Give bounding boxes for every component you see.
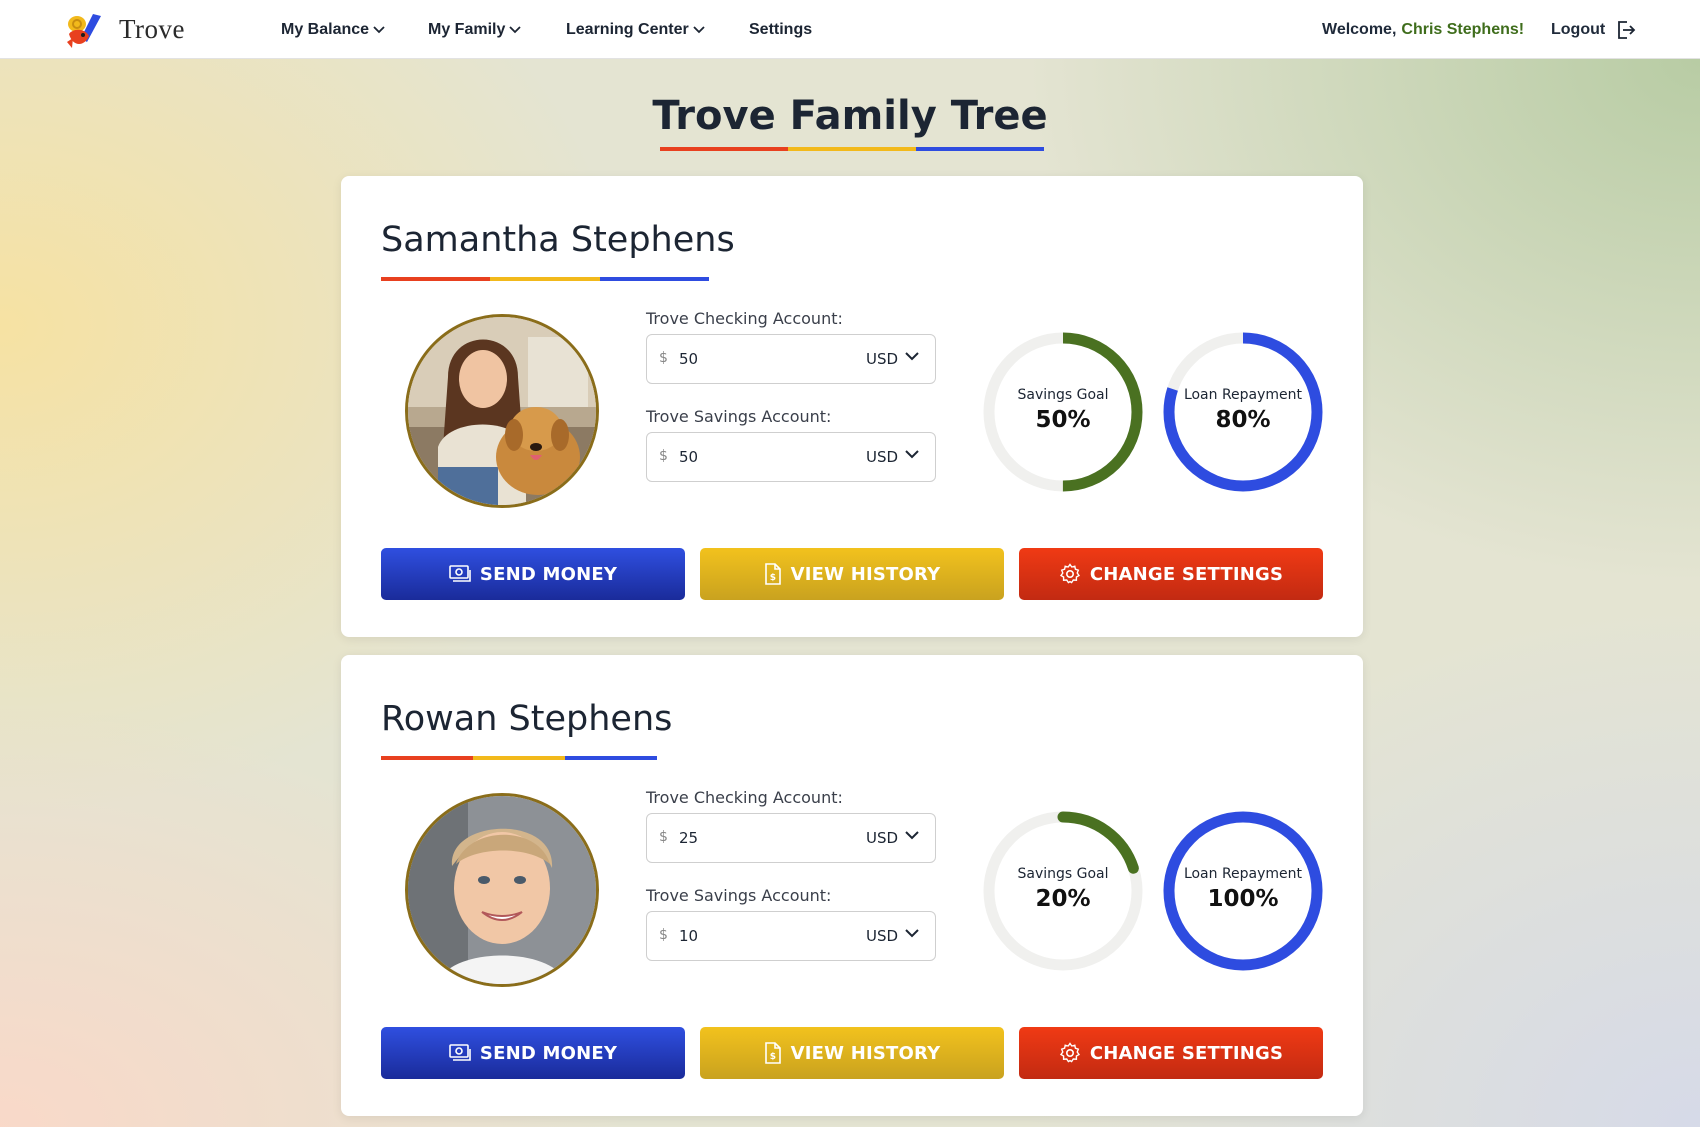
- ring-value: 80%: [1215, 407, 1271, 433]
- currency-select[interactable]: USD: [866, 829, 898, 847]
- dollar-sign: $: [659, 829, 668, 845]
- member-name: Rowan Stephens: [381, 699, 673, 739]
- savings-account-label: Trove Savings Account:: [646, 886, 832, 905]
- ring-value: 20%: [1035, 886, 1091, 912]
- send-money-button[interactable]: SEND MONEY: [381, 1027, 685, 1079]
- page-title: Trove Family Tree: [652, 93, 1048, 139]
- dollar-sign: $: [659, 350, 668, 366]
- chevron-down-icon[interactable]: [904, 928, 920, 938]
- nav-label: My Balance: [281, 20, 370, 38]
- view-history-label: VIEW HISTORY: [790, 1042, 941, 1064]
- logo[interactable]: Trove: [63, 8, 185, 50]
- nav-learning-center[interactable]: Learning Center: [566, 0, 705, 59]
- member-photo-girl-with-dog: [408, 317, 596, 505]
- trove-bird-logo-icon: [67, 14, 101, 48]
- avatar: [405, 314, 599, 508]
- currency-select[interactable]: USD: [866, 350, 898, 368]
- loan-repayment-ring: Loan Repayment 80%: [1162, 331, 1324, 493]
- view-history-button[interactable]: $ VIEW HISTORY: [700, 1027, 1004, 1079]
- welcome-user-name: Chris Stephens!: [1401, 20, 1525, 38]
- ring-label: Loan Repayment: [1183, 866, 1303, 882]
- member-card: Samantha Stephens Trove Checking Account…: [341, 176, 1363, 637]
- welcome-prefix: Welcome,: [1322, 20, 1397, 38]
- nav-label: Settings: [749, 20, 813, 38]
- member-name-underline: [381, 277, 709, 281]
- logout-button[interactable]: Logout: [1551, 0, 1637, 59]
- savings-goal-ring: Savings Goal 50%: [982, 331, 1144, 493]
- document-dollar-icon: $: [764, 1042, 781, 1064]
- nav-my-family[interactable]: My Family: [428, 0, 521, 59]
- money-icon: [449, 1044, 471, 1061]
- member-name: Samantha Stephens: [381, 220, 735, 260]
- checking-amount-value: 50: [679, 350, 699, 368]
- logout-label: Logout: [1551, 20, 1606, 38]
- checking-amount-field[interactable]: $ 25 USD: [646, 813, 936, 863]
- gear-icon: [1059, 1042, 1080, 1063]
- chevron-down-icon[interactable]: [904, 449, 920, 459]
- member-card: Rowan Stephens Trove Checking Account: $…: [341, 655, 1363, 1116]
- member-photo-boy: [408, 796, 596, 984]
- currency-select[interactable]: USD: [866, 448, 898, 466]
- welcome-message: Welcome, Chris Stephens!: [1322, 0, 1524, 59]
- dollar-sign: $: [659, 927, 668, 943]
- change-settings-label: CHANGE SETTINGS: [1089, 563, 1284, 585]
- loan-repayment-ring: Loan Repayment 100%: [1162, 810, 1324, 972]
- title-underline: [660, 147, 1044, 151]
- change-settings-label: CHANGE SETTINGS: [1089, 1042, 1284, 1064]
- nav-my-balance[interactable]: My Balance: [281, 0, 385, 59]
- nav-settings[interactable]: Settings: [749, 0, 812, 59]
- chevron-down-icon[interactable]: [904, 830, 920, 840]
- gear-icon: [1059, 563, 1080, 584]
- chevron-down-icon[interactable]: [904, 351, 920, 361]
- savings-amount-field[interactable]: $ 50 USD: [646, 432, 936, 482]
- send-money-button[interactable]: SEND MONEY: [381, 548, 685, 600]
- nav-label: My Family: [428, 20, 506, 38]
- svg-text:$: $: [769, 573, 775, 583]
- chevron-down-icon: [509, 25, 521, 33]
- ring-label: Savings Goal: [1017, 866, 1109, 882]
- chevron-down-icon: [373, 25, 385, 33]
- chevron-down-icon: [693, 25, 705, 33]
- top-navbar: Trove My Balance My Family Learning Cent…: [0, 0, 1700, 59]
- change-settings-button[interactable]: CHANGE SETTINGS: [1019, 548, 1323, 600]
- ring-value: 100%: [1207, 886, 1279, 912]
- logo-text: Trove: [119, 13, 186, 44]
- main-content: Trove Family Tree Samantha Stephens Trov…: [0, 59, 1700, 1127]
- ring-value: 50%: [1035, 407, 1091, 433]
- savings-amount-value: 50: [679, 448, 699, 466]
- savings-account-label: Trove Savings Account:: [646, 407, 832, 426]
- currency-select[interactable]: USD: [866, 927, 898, 945]
- savings-amount-field[interactable]: $ 10 USD: [646, 911, 936, 961]
- dollar-sign: $: [659, 448, 668, 464]
- view-history-button[interactable]: $ VIEW HISTORY: [700, 548, 1004, 600]
- savings-amount-value: 10: [679, 927, 699, 945]
- view-history-label: VIEW HISTORY: [790, 563, 941, 585]
- checking-account-label: Trove Checking Account:: [646, 788, 843, 807]
- member-name-underline: [381, 756, 657, 760]
- document-dollar-icon: $: [764, 563, 781, 585]
- savings-goal-ring: Savings Goal 20%: [982, 810, 1144, 972]
- avatar: [405, 793, 599, 987]
- nav-label: Learning Center: [566, 20, 689, 38]
- svg-text:$: $: [769, 1052, 775, 1062]
- send-money-label: SEND MONEY: [479, 563, 618, 585]
- ring-label: Savings Goal: [1017, 387, 1109, 403]
- logout-icon: [1618, 20, 1636, 39]
- checking-account-label: Trove Checking Account:: [646, 309, 843, 328]
- ring-label: Loan Repayment: [1183, 387, 1303, 403]
- send-money-label: SEND MONEY: [479, 1042, 618, 1064]
- checking-amount-field[interactable]: $ 50 USD: [646, 334, 936, 384]
- money-icon: [449, 565, 471, 582]
- change-settings-button[interactable]: CHANGE SETTINGS: [1019, 1027, 1323, 1079]
- checking-amount-value: 25: [679, 829, 699, 847]
